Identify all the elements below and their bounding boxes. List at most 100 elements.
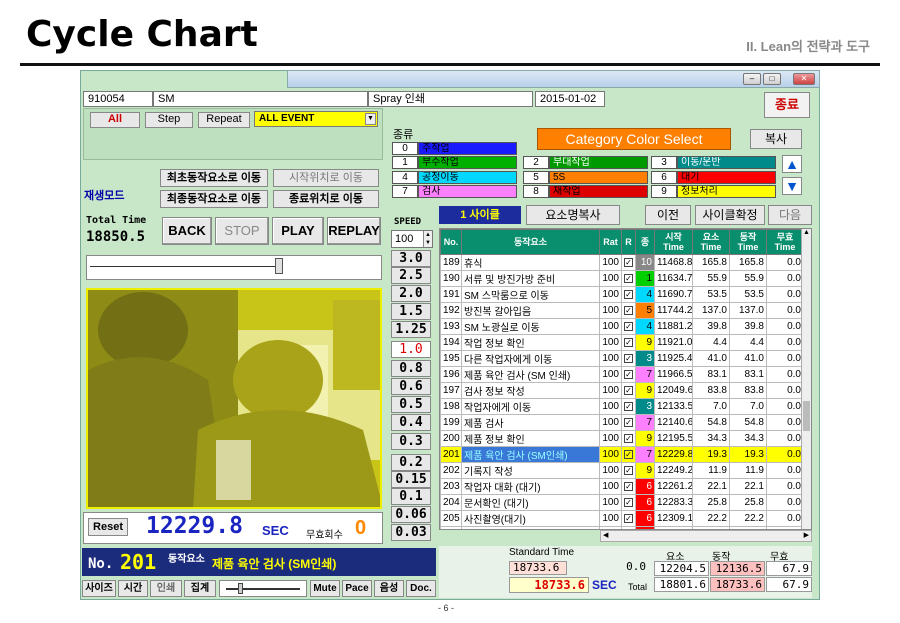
checkbox-icon[interactable]: ✓ (624, 338, 633, 347)
table-row[interactable]: 199 제품 검사 100 ✓ 7 12140.6 54.8 54.8 0.0 (440, 414, 804, 431)
speed-button[interactable]: 1.25 (391, 321, 431, 338)
column-header[interactable]: 시작 Time (654, 229, 693, 255)
cell-check[interactable]: ✓ (621, 430, 636, 447)
cell-check[interactable]: ✓ (621, 350, 636, 367)
cell-check[interactable]: ✓ (621, 286, 636, 303)
size-button[interactable]: 사이즈 (82, 580, 116, 597)
checkbox-icon[interactable]: ✓ (624, 290, 633, 299)
repeat-button[interactable]: Repeat (198, 112, 250, 128)
speed-button[interactable]: 0.2 (391, 454, 431, 471)
volume-slider[interactable] (219, 580, 307, 597)
checkbox-icon[interactable]: ✓ (624, 306, 633, 315)
all-button[interactable]: All (90, 112, 140, 128)
checkbox-icon[interactable]: ✓ (624, 450, 633, 459)
column-header[interactable]: 요소 Time (692, 229, 730, 255)
speed-button[interactable]: 0.15 (391, 471, 431, 488)
aggregate-button[interactable]: 집계 (184, 580, 216, 597)
cell-check[interactable]: ✓ (621, 382, 636, 399)
voice-button[interactable]: 음성 (374, 580, 404, 597)
speed-button[interactable]: 0.5 (391, 396, 431, 413)
category-color-select[interactable]: Category Color Select (537, 128, 731, 150)
checkbox-icon[interactable]: ✓ (624, 322, 633, 331)
speed-button[interactable]: 0.03 (391, 524, 431, 541)
speed-button[interactable]: 2.5 (391, 267, 431, 284)
end-move-button[interactable]: 종료위치로 이동 (273, 190, 379, 208)
category-item[interactable]: 검사 (418, 185, 517, 198)
column-header[interactable]: Rat (599, 229, 622, 255)
table-row[interactable]: 201 제품 육안 검사 (SM인쇄) 100 ✓ 7 12229.8 19.3 19.3 0.… (440, 446, 804, 463)
copy-element-names-button[interactable]: 요소명복사 (526, 205, 620, 225)
category-item[interactable]: 부대작업 (549, 156, 648, 169)
checkbox-icon[interactable]: ✓ (624, 274, 633, 283)
print-button[interactable]: 인쇄 (150, 580, 182, 597)
speed-button[interactable]: 0.6 (391, 378, 431, 395)
close-icon[interactable]: ✕ (793, 73, 815, 85)
cell-check[interactable]: ✓ (621, 254, 636, 271)
table-row[interactable]: 204 문서확인 (대기) 100 ✓ 6 12283.3 25.8 25.8 0.0 (440, 494, 804, 511)
spinner-arrows-icon[interactable]: ▲ ▼ (423, 231, 432, 247)
checkbox-icon[interactable]: ✓ (624, 466, 633, 475)
table-row[interactable]: 195 다른 작업자에게 이동 100 ✓ 3 11925.4 41.0 41.0 0.0 (440, 350, 804, 367)
time-button[interactable]: 시간 (118, 580, 148, 597)
volume-thumb[interactable] (238, 583, 243, 594)
back-button[interactable]: BACK (162, 217, 212, 245)
speed-button[interactable]: 0.06 (391, 506, 431, 523)
table-row[interactable]: 189 휴식 100 ✓ 10 11468.8 165.8 165.8 0.0 (440, 254, 804, 271)
speed-button[interactable]: 1.0 (391, 341, 431, 358)
checkbox-icon[interactable]: ✓ (624, 258, 633, 267)
speed-button[interactable]: 0.3 (391, 433, 431, 450)
category-copy-button[interactable]: 복사 (750, 129, 802, 149)
progress-slider[interactable] (86, 255, 382, 280)
first-move-button[interactable]: 최초동작요소로 이동 (160, 169, 268, 187)
stop-button[interactable]: STOP (215, 217, 269, 245)
speed-button[interactable]: 0.8 (391, 360, 431, 377)
id-field[interactable]: 910054 (83, 91, 153, 107)
column-header[interactable]: 동작요소 (461, 229, 600, 255)
cell-check[interactable]: ✓ (621, 446, 636, 463)
next-button[interactable]: 다음 (768, 205, 812, 225)
checkbox-icon[interactable]: ✓ (624, 354, 633, 363)
speed-button[interactable]: 3.0 (391, 250, 431, 267)
speed-spinner[interactable]: 100 ▲ ▼ (391, 230, 433, 248)
checkbox-icon[interactable]: ✓ (624, 498, 633, 507)
tab-cycle[interactable]: 1 사이클 (439, 206, 521, 224)
table-row[interactable]: 198 작업자에게 이동 100 ✓ 3 12133.5 7.0 7.0 0.0 (440, 398, 804, 415)
scroll-right-icon[interactable]: ▶ (804, 531, 809, 539)
doc-button[interactable]: Doc. (406, 580, 436, 597)
event-select[interactable]: ALL EVENT ▼ (254, 111, 378, 127)
pace-button[interactable]: Pace (342, 580, 372, 597)
exit-button[interactable]: 종료 (764, 92, 810, 118)
start-move-button[interactable]: 시작위치로 이동 (273, 169, 379, 187)
table-row[interactable]: 200 제품 정보 확인 100 ✓ 9 12195.5 34.3 34.3 0.0 (440, 430, 804, 447)
table-row[interactable]: 191 SM 스막룸으로 이동 100 ✓ 4 11690.7 53.5 53.5 0.0 (440, 286, 804, 303)
category-item[interactable]: 재작업 (549, 185, 648, 198)
checkbox-icon[interactable]: ✓ (624, 402, 633, 411)
cell-check[interactable]: ✓ (621, 398, 636, 415)
cell-check[interactable]: ✓ (621, 270, 636, 287)
category-item[interactable]: 이동/운반 (677, 156, 776, 169)
cell-check[interactable]: ✓ (621, 414, 636, 431)
progress-thumb[interactable] (275, 258, 283, 274)
scroll-up-icon[interactable]: ▲ (802, 229, 811, 236)
chevron-down-icon[interactable]: ▼ (365, 113, 376, 125)
cell-check[interactable]: ✓ (621, 510, 636, 527)
date-field[interactable]: 2015-01-02 (535, 91, 605, 107)
process-field[interactable]: Spray 인쇄 (368, 91, 533, 107)
speed-button[interactable]: 0.4 (391, 414, 431, 431)
category-item[interactable]: 주작업 (418, 142, 517, 155)
cell-check[interactable]: ✓ (621, 478, 636, 495)
minimize-icon[interactable]: – (743, 73, 761, 85)
table-hscrollbar[interactable]: ◀ ▶ (600, 530, 812, 542)
checkbox-icon[interactable]: ✓ (624, 434, 633, 443)
scroll-thumb[interactable] (803, 401, 810, 431)
table-row[interactable]: 194 작업 정보 확인 100 ✓ 9 11921.0 4.4 4.4 0.0 (440, 334, 804, 351)
table-row[interactable]: 203 작업자 대화 (대기) 100 ✓ 6 12261.2 22.1 22.1 0.0 (440, 478, 804, 495)
category-item[interactable]: 부수작업 (418, 156, 517, 169)
cell-check[interactable]: ✓ (621, 366, 636, 383)
category-item[interactable]: 대기 (677, 171, 776, 184)
checkbox-icon[interactable]: ✓ (624, 514, 633, 523)
arrow-up-icon[interactable]: ▲ (782, 155, 802, 173)
table-row[interactable]: 205 사진촬영(대기) 100 ✓ 6 12309.1 22.2 22.2 0.0 (440, 510, 804, 527)
maximize-icon[interactable]: □ (763, 73, 781, 85)
column-header[interactable]: 동작 Time (729, 229, 767, 255)
